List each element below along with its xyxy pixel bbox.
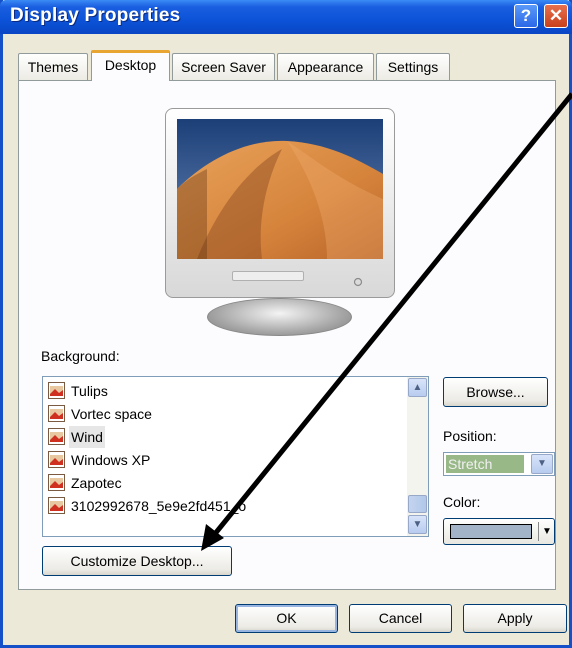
tab-appearance[interactable]: Appearance: [277, 53, 374, 80]
image-file-icon: [48, 382, 65, 399]
close-button[interactable]: ✕: [544, 4, 568, 28]
chevron-down-icon: ▼: [412, 519, 423, 530]
title-bar[interactable]: Display Properties ? ✕: [0, 0, 572, 34]
tab-settings[interactable]: Settings: [376, 53, 450, 80]
monitor-stand: [207, 298, 352, 336]
wallpaper-preview: [177, 119, 383, 259]
help-button[interactable]: ?: [514, 4, 538, 28]
chevron-down-icon: ▼: [542, 526, 552, 537]
monitor-drive-slot: [232, 271, 304, 281]
monitor-frame: [165, 108, 395, 298]
power-led-icon: [353, 277, 363, 287]
list-item-label: Zapotec: [71, 475, 122, 491]
listbox-scrollbar[interactable]: ▲ ▼: [407, 377, 428, 536]
chevron-down-icon: ▼: [537, 458, 547, 469]
browse-button[interactable]: Browse...: [443, 377, 548, 407]
image-file-icon: [48, 428, 65, 445]
list-item-label: Tulips: [71, 383, 108, 399]
close-icon: ✕: [548, 6, 564, 25]
position-dropdown-button[interactable]: ▼: [531, 454, 553, 474]
question-icon: ?: [520, 6, 532, 25]
apply-button[interactable]: Apply: [463, 604, 567, 633]
dune-image: [177, 119, 383, 259]
position-value: Stretch: [446, 455, 524, 473]
chevron-up-icon: ▲: [412, 382, 423, 393]
customize-desktop-button[interactable]: Customize Desktop...: [42, 546, 232, 576]
list-item-label: Wind: [69, 426, 105, 448]
image-file-icon: [48, 451, 65, 468]
color-divider: [538, 522, 539, 541]
color-swatch: [450, 524, 532, 539]
tab-themes[interactable]: Themes: [18, 53, 88, 80]
image-file-icon: [48, 474, 65, 491]
list-item-label: Windows XP: [71, 452, 151, 468]
scroll-thumb[interactable]: [408, 495, 427, 513]
window-title: Display Properties: [10, 5, 181, 26]
position-label: Position:: [443, 428, 497, 444]
background-label: Background:: [41, 348, 120, 364]
image-file-icon: [48, 405, 65, 422]
monitor-preview: [165, 108, 395, 338]
image-file-icon: [48, 497, 65, 514]
color-label: Color:: [443, 494, 481, 510]
cancel-button[interactable]: Cancel: [349, 604, 452, 633]
tab-desktop[interactable]: Desktop: [91, 50, 170, 81]
position-select[interactable]: Stretch ▼: [443, 452, 555, 476]
background-listbox[interactable]: Tulips Vortec space Wind Windows XP Zapo…: [42, 376, 429, 537]
scroll-up-button[interactable]: ▲: [408, 378, 427, 397]
ok-button[interactable]: OK: [235, 604, 338, 633]
scroll-down-button[interactable]: ▼: [408, 515, 427, 534]
display-properties-window: Display Properties ? ✕ Themes Desktop Sc…: [0, 0, 572, 648]
list-item-label: Vortec space: [71, 406, 152, 422]
tab-screen-saver[interactable]: Screen Saver: [172, 53, 275, 80]
color-picker-button[interactable]: ▼: [443, 518, 555, 545]
list-item-label: 3102992678_5e9e2fd451_o: [71, 498, 247, 514]
